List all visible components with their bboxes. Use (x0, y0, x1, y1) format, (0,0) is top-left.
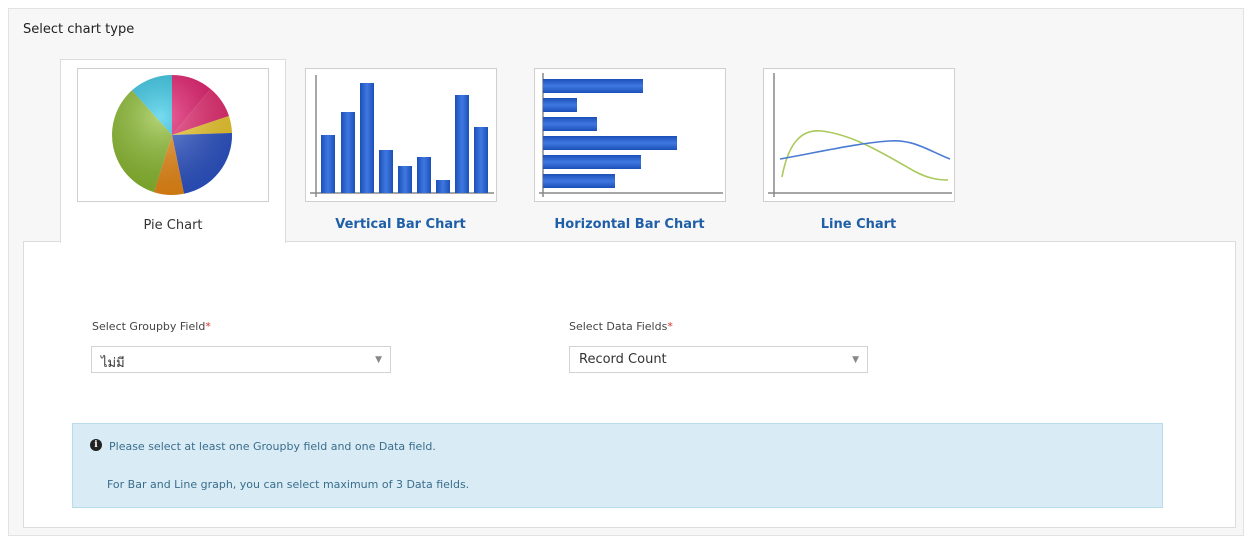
info-alert: i Please select at least one Groupby fie… (72, 423, 1163, 508)
groupby-select-value: ไม่มี (101, 356, 125, 371)
datafields-select[interactable]: Record Count ▼ (569, 346, 868, 373)
chevron-down-icon: ▼ (375, 355, 382, 365)
tab-horizontal-bar-chart[interactable]: Horizontal Bar Chart (525, 59, 751, 242)
groupby-field-label: Select Groupby Field* (92, 320, 211, 333)
horizontal-bar-chart-icon (534, 68, 726, 202)
tab-label-horizontal-bar-chart: Horizontal Bar Chart (554, 217, 705, 232)
tab-label-line-chart: Line Chart (820, 217, 897, 232)
tab-vertical-bar-chart[interactable]: Vertical Bar Chart (296, 59, 522, 242)
groupby-label-text: Select Groupby Field (92, 320, 206, 333)
tab-line-chart[interactable]: Line Chart (754, 59, 980, 242)
chevron-down-icon: ▼ (852, 355, 859, 365)
tab-pie-chart[interactable]: Pie Chart (60, 59, 286, 243)
chart-options-panel: Select Groupby Field* ไม่มี ▼ Select Dat… (23, 241, 1236, 528)
alert-line-2: For Bar and Line graph, you can select m… (107, 478, 470, 491)
datafields-select-value: Record Count (579, 352, 667, 367)
vertical-bar-chart-icon (305, 68, 497, 202)
alert-line-1: Please select at least one Groupby field… (109, 440, 436, 453)
pie-chart-icon (77, 68, 269, 202)
datafields-label: Select Data Fields* (569, 320, 673, 333)
chart-type-container: Select chart type Pie Chart Vertical Bar… (8, 8, 1244, 536)
info-icon: i (90, 439, 102, 451)
groupby-select[interactable]: ไม่มี ▼ (91, 346, 391, 373)
tab-label-pie-chart: Pie Chart (143, 218, 203, 233)
required-mark: * (667, 320, 673, 333)
tab-label-vertical-bar-chart: Vertical Bar Chart (335, 217, 466, 232)
datafields-label-text: Select Data Fields (569, 320, 668, 333)
section-title: Select chart type (23, 22, 135, 37)
line-chart-icon (763, 68, 955, 202)
required-mark: * (205, 320, 211, 333)
